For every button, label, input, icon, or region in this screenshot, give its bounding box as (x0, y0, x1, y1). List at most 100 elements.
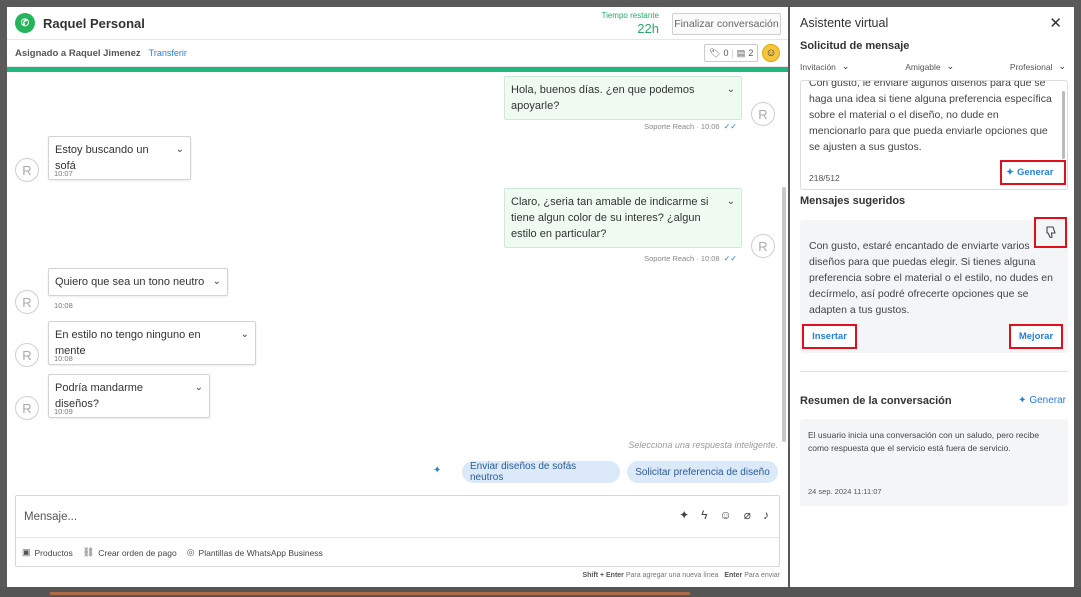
transfer-link[interactable]: Transferir (149, 48, 187, 58)
emoji-icon[interactable]: ☺ (720, 508, 732, 522)
time-remaining-value: 22h (637, 21, 659, 36)
tag-icon: 🏷 (709, 47, 721, 58)
message-text: Hola, buenos días. ¿en que podemos apoya… (511, 84, 695, 112)
summary-generate-label: Generar (1029, 395, 1066, 406)
contact-name: Raquel Personal (43, 15, 145, 31)
request-scrollbar[interactable] (1062, 91, 1065, 159)
microphone-icon[interactable]: ♪ (763, 508, 769, 522)
payment-order-label: Crear orden de pago (98, 547, 177, 558)
chevron-down-icon[interactable]: ⌄ (241, 327, 249, 343)
generate-button[interactable]: ✦ Generar (1000, 160, 1066, 185)
chat-panel: ✆ Raquel Personal Tiempo restante 22h Fi… (7, 7, 788, 588)
message-text: En estilo no tengo ninguno en mente (55, 329, 201, 357)
summary-date: 24 sep. 2024 11:11:07 (808, 487, 882, 496)
templates-label: Plantillas de WhatsApp Business (198, 547, 323, 558)
assistant-title: Asistente virtual (800, 16, 889, 30)
taskbar-highlight (50, 592, 690, 595)
products-tool[interactable]: ▣ Productos (22, 547, 73, 558)
message-incoming[interactable]: En estilo no tengo ninguno en mente ⌄ (48, 321, 256, 365)
message-input-placeholder: Mensaje... (24, 510, 78, 523)
close-icon[interactable]: ✕ (1049, 14, 1062, 32)
message-meta: Soporte Reach · 10:06 ✓✓ (644, 122, 737, 131)
avatar: R (15, 290, 39, 314)
message-input[interactable]: Mensaje... ✦ ϟ ☺ ⌀ ♪ (16, 496, 779, 538)
products-label: Productos (34, 547, 73, 558)
message-sender: Soporte Reach (644, 254, 695, 263)
message-sender: Soporte Reach (644, 122, 695, 131)
insert-button[interactable]: Insertar (802, 324, 857, 349)
tone-dropdowns: Invitación ⌄ Amigable ⌄ Profesional ⌄ (800, 61, 1066, 72)
link-icon: ⛓ (82, 547, 95, 557)
dislike-button[interactable] (1034, 217, 1067, 248)
thumbs-down-icon (1045, 226, 1056, 239)
chat-header: ✆ Raquel Personal Tiempo restante 22h Fi… (7, 7, 788, 40)
emoji-face-icon[interactable]: ☺ (762, 44, 780, 62)
whatsapp-icon: ◎ (186, 547, 195, 557)
message-outgoing[interactable]: Claro, ¿seria tan amable de indicarme si… (504, 188, 742, 248)
chevron-down-icon[interactable]: ⌄ (727, 82, 735, 98)
payment-order-tool[interactable]: ⛓ Crear orden de pago (83, 547, 177, 558)
smart-reply-hint: Selecciona una respuesta inteligente. (628, 440, 778, 450)
kb-enter: Enter (724, 572, 743, 579)
assistant-panel: Asistente virtual ✕ Solicitud de mensaje… (790, 7, 1074, 588)
avatar: R (751, 234, 775, 258)
style-dropdown-value: Profesional (1009, 61, 1053, 72)
improve-button[interactable]: Mejorar (1009, 324, 1063, 349)
message-time: 10:08 (54, 354, 73, 363)
chevron-down-icon[interactable]: ⌄ (727, 194, 735, 210)
request-title: Solicitud de mensaje (800, 40, 910, 52)
composer-actions: ✦ ϟ ☺ ⌀ ♪ (679, 508, 769, 522)
tone-dropdown[interactable]: Amigable ⌄ (905, 61, 954, 72)
message-time: 10:08 (54, 301, 73, 310)
message-text: Estoy buscando un sofá (55, 144, 149, 172)
chevron-down-icon[interactable]: ⌄ (195, 380, 203, 396)
message-list[interactable]: Hola, buenos días. ¿en que podemos apoya… (7, 72, 788, 492)
message-composer: Mensaje... ✦ ϟ ☺ ⌀ ♪ ▣ Productos ⛓ Crear… (15, 495, 780, 567)
counters[interactable]: 🏷 0 | ▤ 2 (704, 44, 759, 62)
finalize-conversation-button[interactable]: Finalizar conversación (672, 13, 781, 35)
whatsapp-icon: ✆ (15, 13, 35, 33)
assignment-bar: Asignado a Raquel Jimenez Transferir 🏷 0… (7, 40, 788, 67)
message-time: 10:09 (54, 407, 73, 416)
summary-generate-button[interactable]: ✦ Generar (1018, 395, 1066, 406)
taskbar-strip (0, 587, 1081, 597)
divider (800, 371, 1068, 372)
message-text: Quiero que sea un tono neutro (55, 276, 205, 288)
chevron-down-icon[interactable]: ⌄ (176, 142, 184, 158)
sparkle-icon: ✦ (1006, 167, 1014, 178)
message-incoming[interactable]: Quiero que sea un tono neutro ⌄ (48, 268, 228, 296)
smart-reply-chip[interactable]: Enviar diseños de sofás neutros (462, 461, 620, 483)
avatar: R (751, 102, 775, 126)
assigned-label: Asignado a Raquel Jimenez (15, 47, 141, 59)
summary-title: Resumen de la conversación (800, 395, 952, 407)
message-time: 10:06 (700, 122, 720, 131)
lightning-icon[interactable]: ϟ (701, 508, 707, 522)
type-dropdown-value: Invitación (800, 61, 836, 72)
chevron-down-icon[interactable]: ⌄ (213, 274, 221, 290)
summary-text: El usuario inicia una conversación con u… (808, 430, 1040, 453)
chevron-down-icon: ⌄ (946, 61, 955, 71)
tag-count: 0 (723, 48, 729, 58)
sparkle-icon: ✦ (1018, 395, 1027, 406)
style-dropdown[interactable]: Profesional ⌄ (1010, 61, 1066, 72)
sparkle-icon: ✦ (433, 465, 442, 476)
note-icon: ▤ (736, 47, 746, 58)
smart-reply-chip[interactable]: Solicitar preferencia de diseño (627, 461, 778, 483)
ai-sparkle-icon[interactable]: ✦ (679, 508, 689, 522)
chevron-down-icon: ⌄ (841, 61, 850, 71)
type-dropdown[interactable]: Invitación ⌄ (800, 61, 849, 72)
kb-shift-enter-text: Para agregar una nueva línea (625, 572, 719, 579)
message-outgoing[interactable]: Hola, buenos días. ¿en que podemos apoya… (504, 76, 742, 120)
time-remaining-label: Tiempo restante (601, 11, 659, 20)
chevron-down-icon: ⌄ (1058, 61, 1066, 71)
templates-tool[interactable]: ◎ Plantillas de WhatsApp Business (187, 547, 323, 558)
paperclip-icon[interactable]: ⌀ (744, 508, 751, 522)
message-time: 10:07 (54, 169, 73, 178)
message-text: Podría mandarme diseños? (55, 382, 144, 410)
keyboard-hint: Shift + Enter Para agregar una nueva lín… (582, 572, 780, 579)
message-meta: Soporte Reach · 10:08 ✓✓ (644, 254, 737, 263)
read-check-icon: ✓✓ (723, 122, 737, 131)
avatar: R (15, 396, 39, 420)
tone-dropdown-value: Amigable (905, 61, 941, 72)
message-scrollbar[interactable] (782, 187, 786, 442)
